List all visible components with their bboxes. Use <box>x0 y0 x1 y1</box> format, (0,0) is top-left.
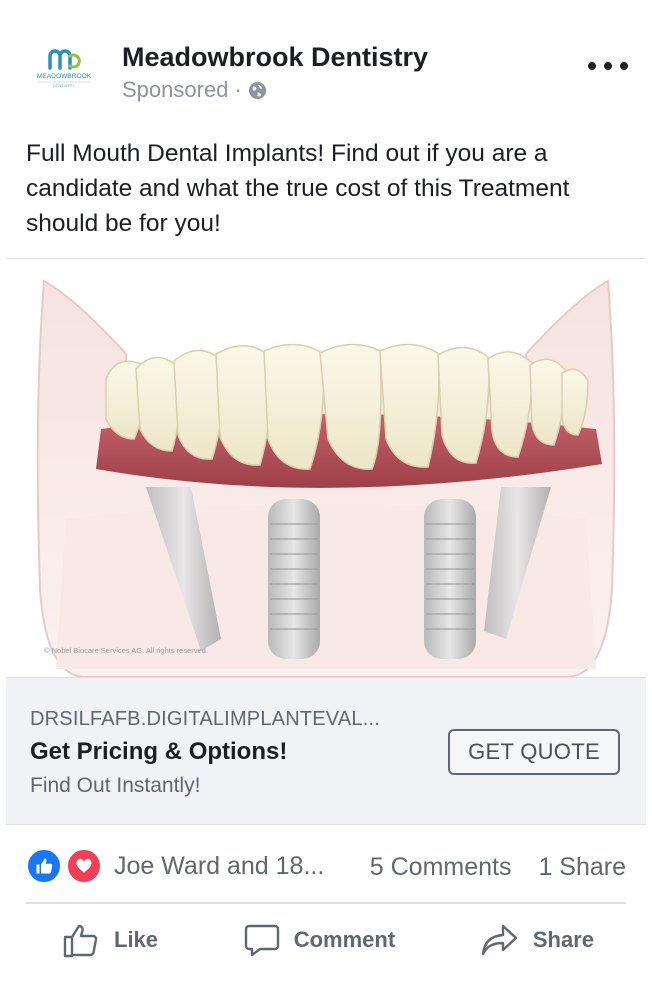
post-header: MEADOWBROOK DENTISTRY Meadowbrook Dentis… <box>0 0 652 118</box>
link-title[interactable]: Get Pricing & Options! <box>30 738 287 766</box>
ad-image[interactable]: © Nobel Biocare Services AG. All rights … <box>6 259 646 677</box>
comment-icon <box>244 924 279 957</box>
sponsored-label[interactable]: Sponsored <box>122 77 228 103</box>
link-description: Find Out Instantly! <box>30 774 201 797</box>
share-button[interactable]: Share <box>469 910 606 970</box>
thumbs-up-icon <box>63 924 98 958</box>
logo-icon: MEADOWBROOK DENTISTRY <box>37 49 92 88</box>
shares-count[interactable]: 1 Share <box>538 853 626 881</box>
link-preview[interactable]: DRSILFAFB.DIGITALIMPLANTEVAL... Get Pric… <box>6 677 646 825</box>
like-button[interactable]: Like <box>50 910 170 970</box>
engagement-counts: 5 Comments 1 Share <box>370 853 626 882</box>
like-reaction-icon <box>26 848 62 884</box>
post-text: Full Mouth Dental Implants! Find out if … <box>26 140 570 237</box>
dental-implant-illustration: © Nobel Biocare Services AG. All rights … <box>36 279 616 677</box>
like-label: Like <box>114 927 159 952</box>
more-options-icon[interactable] <box>588 52 628 80</box>
reaction-names[interactable]: Joe Ward and 18... <box>114 852 324 881</box>
globe-icon <box>248 81 266 99</box>
link-domain: DRSILFAFB.DIGITALIMPLANTEVAL... <box>30 708 380 730</box>
svg-text:MEADOWBROOK: MEADOWBROOK <box>37 73 92 80</box>
comment-button[interactable]: Comment <box>232 910 407 970</box>
image-copyright: © Nobel Biocare Services AG. All rights … <box>44 646 208 655</box>
reactions-summary[interactable]: Joe Ward and 18... <box>26 848 324 884</box>
sponsored-line: Sponsored · <box>122 77 267 103</box>
action-bar: Like Comment Share <box>26 910 626 970</box>
share-icon <box>481 924 518 956</box>
svg-text:DENTISTRY: DENTISTRY <box>53 84 75 88</box>
separator-dot: · <box>234 77 242 102</box>
get-quote-button[interactable]: GET QUOTE <box>448 729 620 775</box>
share-label: Share <box>532 927 594 952</box>
page-logo[interactable]: MEADOWBROOK DENTISTRY <box>28 44 100 94</box>
divider <box>26 902 626 904</box>
comment-label: Comment <box>293 927 396 952</box>
love-reaction-icon <box>66 848 102 884</box>
comments-count[interactable]: 5 Comments <box>370 853 512 881</box>
page-name[interactable]: Meadowbrook Dentistry <box>122 42 428 73</box>
